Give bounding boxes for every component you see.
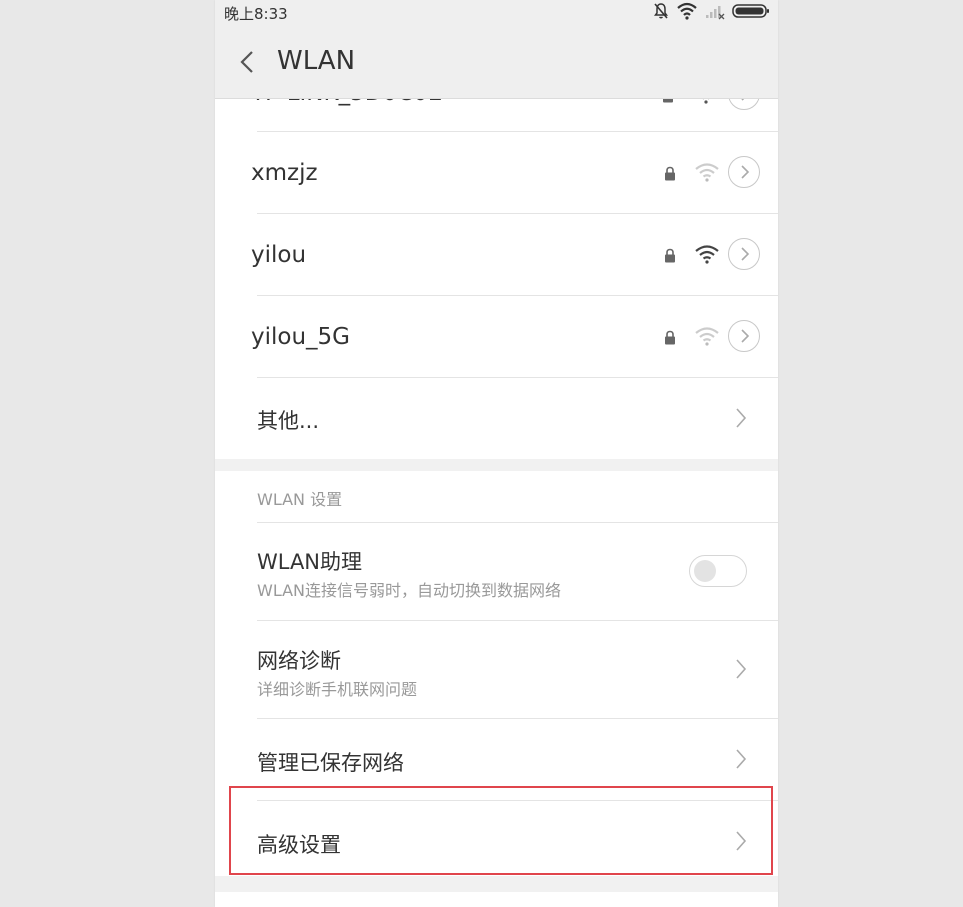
status-bar: 晚上8:33	[215, 0, 778, 26]
wifi-icon	[676, 2, 698, 24]
network-detail-button[interactable]	[728, 320, 760, 352]
wifi-signal-weak-icon	[694, 326, 720, 346]
other-networks-label: 其他...	[257, 409, 320, 433]
network-row[interactable]: yilou	[215, 214, 778, 295]
lock-icon	[664, 248, 676, 263]
lock-icon	[664, 330, 676, 345]
status-time: 晚上8:33	[224, 5, 288, 23]
battery-icon	[732, 2, 770, 24]
lock-icon	[664, 166, 676, 181]
network-ssid: yilou	[251, 242, 307, 268]
network-diagnose-description: 详细诊断手机联网问题	[257, 680, 418, 699]
mute-bell-icon	[652, 2, 670, 24]
status-icons	[652, 2, 770, 24]
back-arrow-icon[interactable]	[237, 48, 259, 76]
wifi-signal-weak-icon	[694, 162, 720, 182]
saved-networks-label: 管理已保存网络	[257, 751, 404, 775]
section-title: WLAN 设置	[257, 490, 343, 509]
wlan-assistant-label: WLAN助理	[257, 550, 363, 574]
network-ssid: yilou_5G	[251, 324, 350, 350]
highlight-box	[229, 786, 773, 875]
network-detail-button[interactable]	[728, 238, 760, 270]
toggle-knob	[694, 560, 716, 582]
network-row[interactable]: yilou_5G	[215, 296, 778, 377]
section-gap	[215, 876, 778, 892]
network-ssid: xmzjz	[251, 160, 318, 186]
network-diagnose-item[interactable]: 网络诊断 详细诊断手机联网问题	[215, 621, 778, 718]
wlan-assistant-toggle[interactable]	[689, 555, 747, 587]
other-networks-item[interactable]: 其他...	[215, 378, 778, 459]
chevron-right-icon	[735, 658, 747, 680]
section-header: WLAN 设置	[215, 471, 778, 522]
signal-no-service-icon	[704, 2, 726, 24]
network-row[interactable]: xmzjz	[215, 132, 778, 213]
page-title: WLAN	[277, 46, 356, 76]
chevron-right-icon	[735, 407, 747, 429]
wlan-assistant-item[interactable]: WLAN助理 WLAN连接信号弱时，自动切换到数据网络	[215, 523, 778, 620]
wifi-signal-icon	[694, 244, 720, 264]
wlan-assistant-description: WLAN连接信号弱时，自动切换到数据网络	[257, 581, 562, 600]
phone-screen: 晚上8:33 WLAN TP-LINK_5D0C0E	[215, 0, 778, 907]
app-bar: WLAN	[215, 26, 778, 99]
chevron-right-icon	[735, 748, 747, 770]
section-gap	[215, 459, 778, 471]
network-detail-button[interactable]	[728, 156, 760, 188]
next-section-card	[215, 892, 778, 907]
network-diagnose-label: 网络诊断	[257, 649, 341, 673]
